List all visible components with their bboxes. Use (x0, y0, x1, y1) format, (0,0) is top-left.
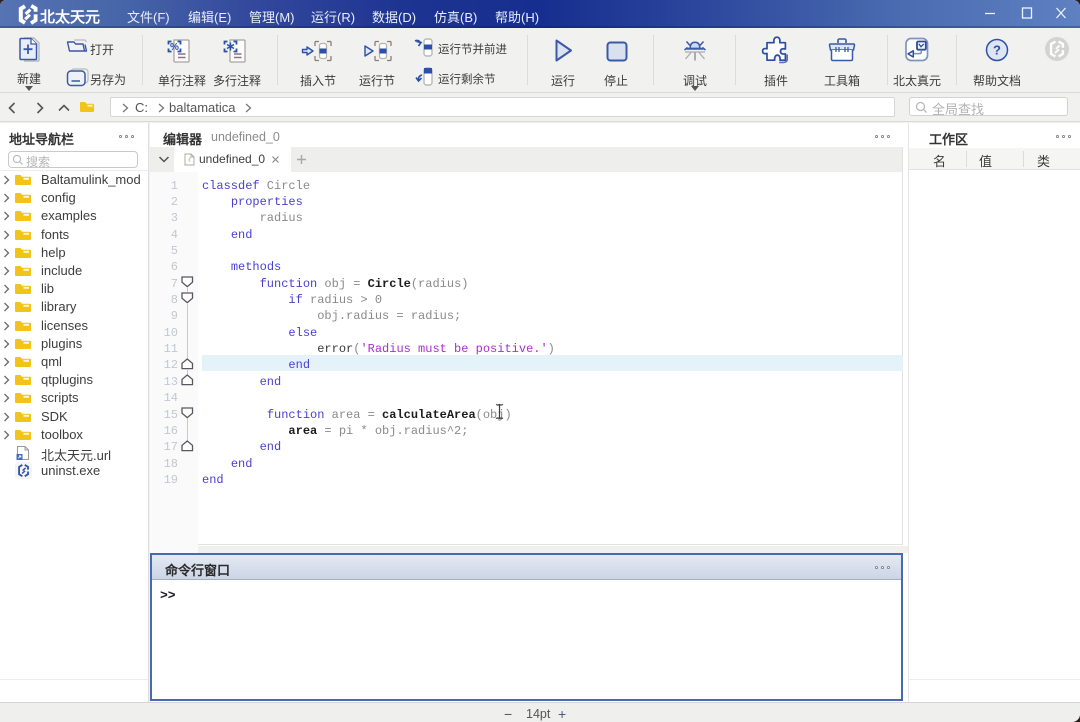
svg-text:?: ? (993, 43, 1001, 58)
svg-text:%: % (170, 42, 179, 53)
